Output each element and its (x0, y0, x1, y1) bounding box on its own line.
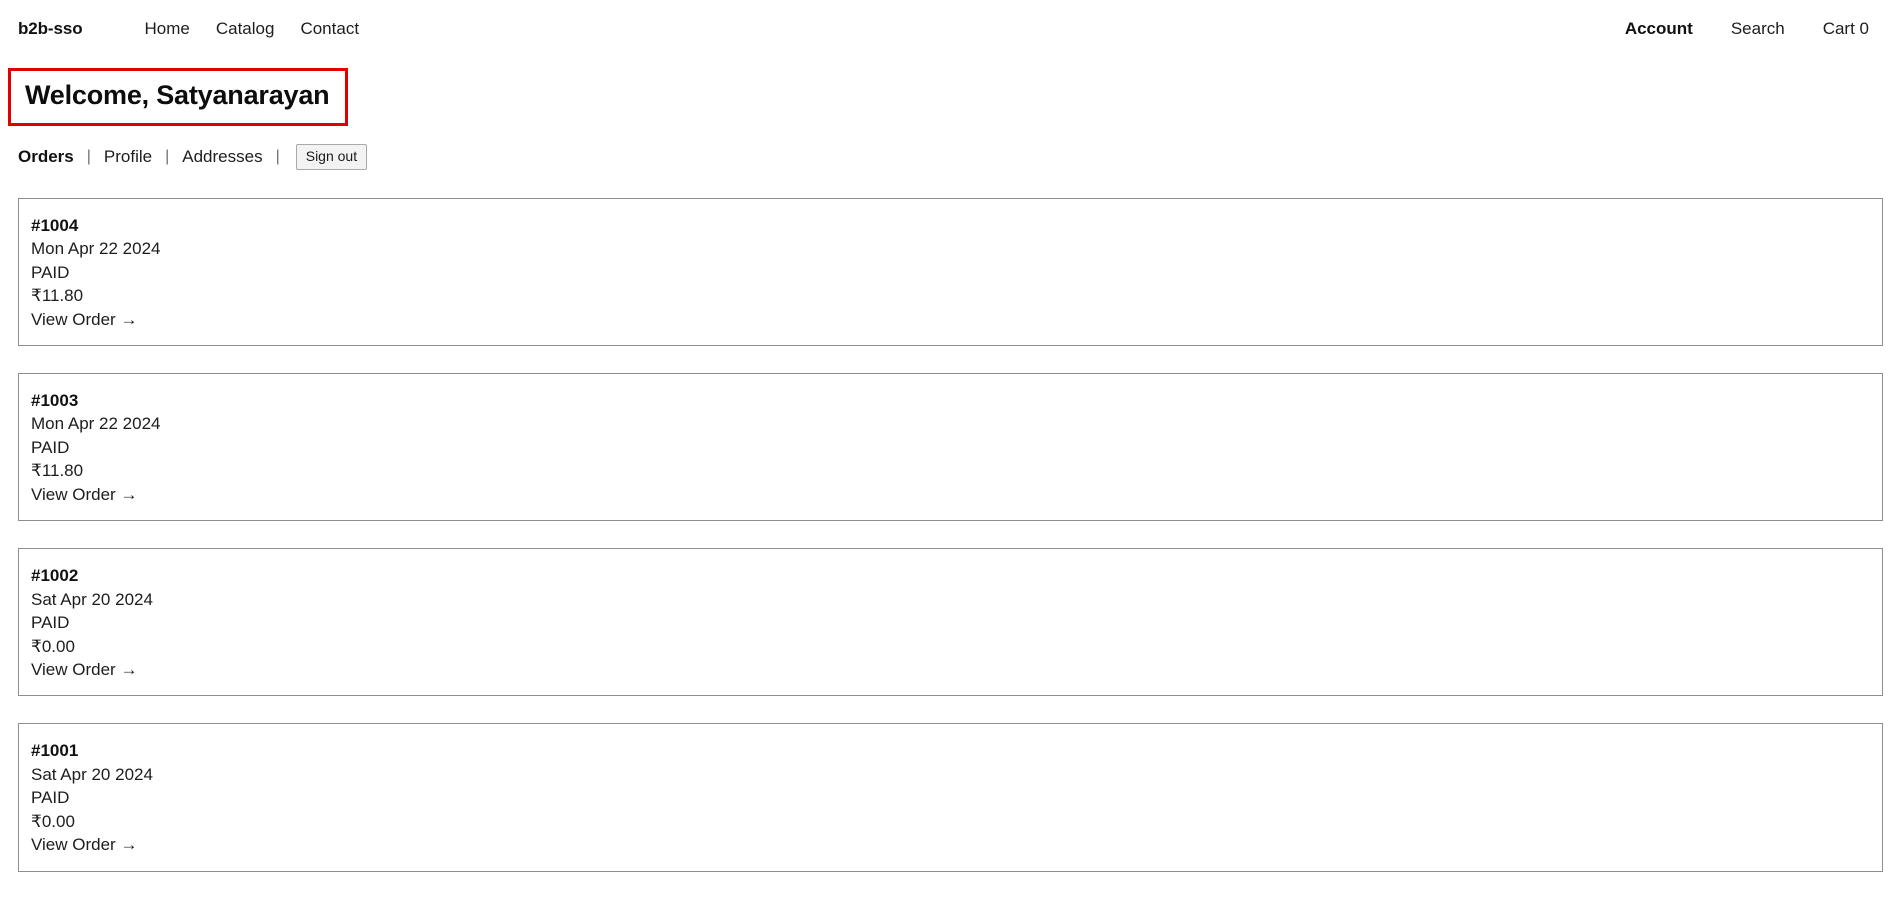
order-card[interactable]: #1002 Sat Apr 20 2024 PAID ₹0.00 View Or… (18, 548, 1883, 697)
utility-link-account[interactable]: Account (1625, 19, 1693, 39)
order-date: Mon Apr 22 2024 (31, 239, 161, 259)
brand-logo[interactable]: b2b-sso (18, 19, 83, 39)
order-card[interactable]: #1001 Sat Apr 20 2024 PAID ₹0.00 View Or… (18, 723, 1883, 872)
account-tab-orders[interactable]: Orders (18, 147, 74, 167)
order-card[interactable]: #1004 Mon Apr 22 2024 PAID ₹11.80 View O… (18, 197, 1883, 346)
nav-separator: | (275, 147, 280, 165)
page-title: Welcome, Satyanarayan (25, 80, 330, 110)
order-status-badge: PAID (31, 788, 70, 808)
view-order-link[interactable]: View Order → (31, 658, 137, 681)
nav-separator: | (165, 147, 170, 165)
header-left-group: b2b-sso Home Catalog Contact (18, 19, 359, 39)
order-total: ₹11.80 (31, 461, 84, 481)
account-tab-addresses[interactable]: Addresses (182, 147, 262, 167)
order-status-badge: PAID (31, 262, 70, 282)
nav-item-catalog[interactable]: Catalog (216, 19, 275, 39)
view-order-link[interactable]: View Order → (31, 833, 137, 856)
account-navigation: Orders | Profile | Addresses | Sign out (0, 126, 1897, 170)
page-heading-wrapper: Welcome, Satyanarayan (0, 56, 1897, 126)
order-status-badge: PAID (31, 613, 70, 633)
account-tab-profile[interactable]: Profile (104, 147, 152, 167)
view-order-link[interactable]: View Order → (31, 308, 137, 331)
order-number: #1001 (31, 741, 79, 761)
order-number: #1003 (31, 390, 79, 410)
header-utility-group: Account Search Cart 0 (1625, 19, 1875, 39)
orders-list: #1004 Mon Apr 22 2024 PAID ₹11.80 View O… (0, 197, 1897, 872)
order-number: #1004 (31, 215, 79, 235)
view-order-link[interactable]: View Order → (31, 483, 137, 506)
annotation-highlight-box: Welcome, Satyanarayan (8, 68, 349, 126)
order-status-badge: PAID (31, 437, 70, 457)
utility-link-search[interactable]: Search (1731, 19, 1785, 39)
nav-item-contact[interactable]: Contact (300, 19, 359, 39)
order-card[interactable]: #1003 Mon Apr 22 2024 PAID ₹11.80 View O… (18, 372, 1883, 522)
order-total: ₹0.00 (31, 636, 75, 656)
sign-out-button[interactable]: Sign out (295, 143, 368, 170)
utility-link-cart[interactable]: Cart 0 (1823, 19, 1869, 39)
order-date: Mon Apr 22 2024 (31, 414, 161, 434)
main-navigation: Home Catalog Contact (144, 19, 359, 39)
order-date: Sat Apr 20 2024 (31, 589, 153, 609)
order-total: ₹0.00 (31, 811, 75, 831)
order-number: #1002 (31, 566, 79, 586)
order-date: Sat Apr 20 2024 (31, 764, 153, 784)
order-total: ₹11.80 (31, 286, 84, 306)
nav-item-home[interactable]: Home (144, 19, 189, 39)
nav-separator: | (86, 147, 91, 165)
site-header: b2b-sso Home Catalog Contact Account Sea… (0, 0, 1897, 56)
